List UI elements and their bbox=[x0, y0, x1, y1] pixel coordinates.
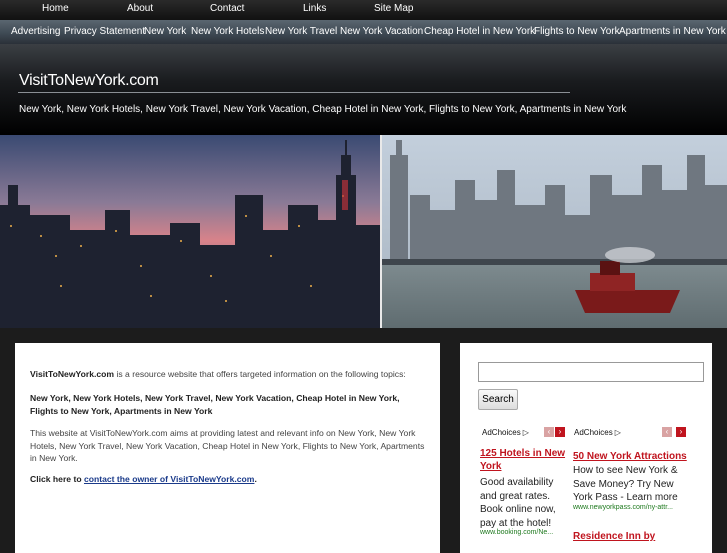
subnav-cheap-hotel-link[interactable]: Cheap Hotel in New York bbox=[424, 26, 535, 37]
nav-links-link[interactable]: Links bbox=[303, 3, 326, 14]
subnav-apartments-link[interactable]: Apartments in New York bbox=[619, 26, 726, 37]
ad-prev-arrow-2[interactable]: ‹ bbox=[662, 427, 672, 437]
ad-url-hotels[interactable]: www.booking.com/Ne... bbox=[480, 529, 553, 536]
nav-home-link[interactable]: Home bbox=[42, 3, 69, 14]
nav-about-link[interactable]: About bbox=[127, 3, 153, 14]
topic-navigation: Advertising Privacy Statement New York N… bbox=[0, 20, 727, 44]
top-navigation: Home About Contact Links Site Map bbox=[0, 0, 727, 20]
nav-sitemap-link[interactable]: Site Map bbox=[374, 3, 413, 14]
ad-body-hotels: Good availability and great rates. Book … bbox=[480, 477, 556, 529]
skyline-banner bbox=[0, 135, 727, 328]
subnav-privacy-link[interactable]: Privacy Statement bbox=[64, 26, 145, 37]
subnav-flights-link[interactable]: Flights to New York bbox=[534, 26, 620, 37]
adchoices-icon: ▷ bbox=[522, 428, 529, 437]
ad-title-attractions[interactable]: 50 New York Attractions bbox=[573, 450, 703, 463]
intro-text: is a resource website that offers target… bbox=[114, 369, 406, 379]
topics-list: New York, New York Hotels, New York Trav… bbox=[30, 393, 400, 416]
topics-paragraph: New York, New York Hotels, New York Trav… bbox=[30, 392, 425, 417]
contact-owner-link[interactable]: contact the owner of VisitToNewYork.com bbox=[84, 474, 254, 484]
aim-paragraph: This website at VisitToNewYork.com aims … bbox=[30, 428, 425, 463]
site-title[interactable]: VisitToNewYork.com bbox=[19, 72, 159, 90]
subnav-new-york-link[interactable]: New York bbox=[144, 26, 186, 37]
nav-contact-link[interactable]: Contact bbox=[210, 3, 244, 14]
subnav-travel-link[interactable]: New York Travel bbox=[265, 26, 337, 37]
title-divider bbox=[18, 92, 570, 93]
ad-title-residence-inn[interactable]: Residence Inn by bbox=[573, 530, 703, 543]
adchoices-label-2[interactable]: AdChoices ▷ bbox=[574, 428, 621, 437]
contact-suffix: . bbox=[254, 474, 257, 484]
ad-url-attractions[interactable]: www.newyorkpass.com/ny-attr... bbox=[573, 504, 673, 511]
intro-site-name: VisitToNewYork.com bbox=[30, 369, 115, 379]
ad-next-arrow-2[interactable]: › bbox=[676, 427, 686, 437]
intro-paragraph: VisitToNewYork.com is a resource website… bbox=[30, 368, 425, 381]
adchoices-text-2: AdChoices bbox=[574, 428, 613, 437]
ad-body-attractions: How to see New York & Save Money? Try Ne… bbox=[573, 465, 678, 503]
site-tagline: New York, New York Hotels, New York Trav… bbox=[19, 104, 627, 115]
search-input[interactable] bbox=[478, 362, 704, 382]
main-content-panel: VisitToNewYork.com is a resource website… bbox=[15, 343, 440, 553]
skyline-image bbox=[0, 135, 727, 328]
ad-prev-arrow-1[interactable]: ‹ bbox=[544, 427, 554, 437]
ad-title-hotels[interactable]: 125 Hotels in New York bbox=[480, 447, 570, 473]
adchoices-text-1: AdChoices bbox=[482, 428, 521, 437]
subnav-hotels-link[interactable]: New York Hotels bbox=[191, 26, 264, 37]
contact-prefix: Click here to bbox=[30, 474, 84, 484]
subnav-advertising-link[interactable]: Advertising bbox=[11, 26, 60, 37]
adchoices-icon: ▷ bbox=[614, 428, 621, 437]
adchoices-label-1[interactable]: AdChoices ▷ bbox=[482, 428, 529, 437]
subnav-vacation-link[interactable]: New York Vacation bbox=[340, 26, 423, 37]
contact-paragraph: Click here to contact the owner of Visit… bbox=[30, 473, 425, 486]
ad-next-arrow-1[interactable]: › bbox=[555, 427, 565, 437]
search-button[interactable]: Search bbox=[478, 389, 518, 410]
site-header: VisitToNewYork.com New York, New York Ho… bbox=[0, 44, 727, 135]
sidebar-panel: Search AdChoices ▷ ‹ › 125 Hotels in New … bbox=[460, 343, 712, 553]
